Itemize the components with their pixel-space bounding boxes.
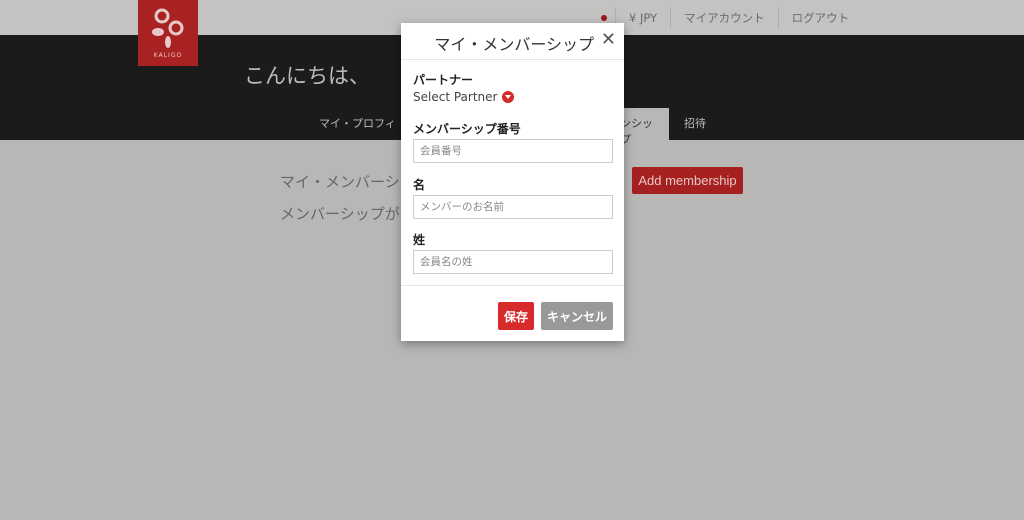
logo-text: KALIGO bbox=[153, 52, 183, 59]
modal-footer-divider bbox=[401, 285, 624, 286]
logo-flower-icon bbox=[152, 8, 184, 48]
partner-select[interactable]: Select Partner bbox=[413, 90, 515, 104]
membership-number-input[interactable] bbox=[413, 139, 613, 163]
partner-label: パートナー bbox=[413, 73, 474, 87]
notification-dot bbox=[601, 15, 607, 21]
first-name-input[interactable] bbox=[413, 195, 613, 219]
membership-modal: マイ・メンバーシップ ✕ パートナー Select Partner メンバーシッ… bbox=[401, 23, 624, 341]
save-button[interactable]: 保存 bbox=[498, 302, 534, 330]
close-icon[interactable]: ✕ bbox=[601, 29, 616, 50]
section-heading: マイ・メンバーシ bbox=[280, 173, 400, 191]
empty-message: メンバーシップが bbox=[280, 205, 400, 223]
first-name-label: 名 bbox=[413, 178, 426, 192]
chevron-down-icon bbox=[502, 91, 515, 103]
modal-title: マイ・メンバーシップ bbox=[434, 35, 594, 54]
last-name-label: 姓 bbox=[413, 233, 426, 247]
cancel-button[interactable]: キャンセル bbox=[541, 302, 613, 330]
partner-select-text: Select Partner bbox=[413, 90, 498, 104]
kaligo-logo[interactable]: KALIGO bbox=[138, 0, 198, 66]
add-membership-button[interactable]: Add membership bbox=[632, 167, 743, 194]
last-name-input[interactable] bbox=[413, 250, 613, 274]
tab-invite[interactable]: 招待 bbox=[684, 115, 706, 131]
tab-my-profile[interactable]: マイ・プロフィ bbox=[319, 115, 396, 131]
membership-number-label: メンバーシップ番号 bbox=[413, 122, 521, 136]
logout-link[interactable]: ログアウト bbox=[777, 6, 863, 29]
my-account-link[interactable]: マイアカウント bbox=[670, 6, 778, 29]
greeting: こんにちは、 bbox=[244, 64, 370, 88]
